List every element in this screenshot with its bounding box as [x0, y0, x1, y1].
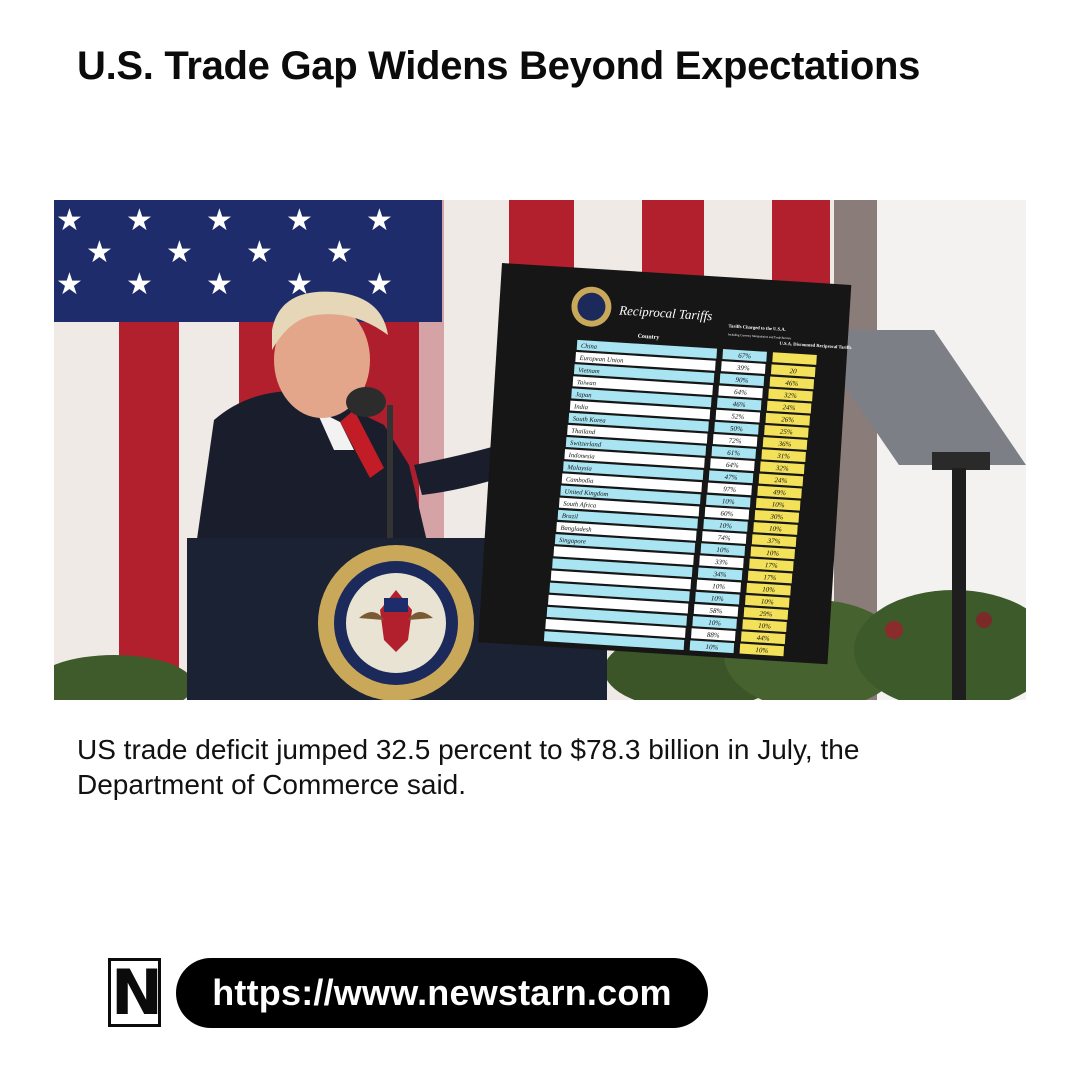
article-caption: US trade deficit jumped 32.5 percent to …: [77, 734, 860, 800]
news-photo: ★ ★ ★ ★ ★ ★ ★ ★ ★ ★ ★ ★ ★ ★ Reciprocal T…: [54, 200, 1026, 700]
svg-text:★: ★: [86, 235, 113, 270]
tariff-board: Reciprocal Tariffs Country Tariffs Charg…: [478, 263, 852, 665]
discounted-value: 26%: [781, 415, 794, 424]
discounted-value: 10%: [772, 500, 785, 509]
charged-value: 50%: [730, 424, 743, 433]
brand-logo: N: [108, 956, 163, 1029]
discounted-value: 24%: [782, 403, 795, 412]
country-label: Taiwan: [577, 379, 597, 387]
country-label: Japan: [575, 391, 592, 399]
charged-value: 58%: [709, 607, 722, 616]
svg-text:★: ★: [126, 267, 153, 302]
svg-text:★: ★: [56, 203, 83, 238]
headline: U.S. Trade Gap Widens Beyond Expectation…: [77, 44, 921, 88]
svg-text:★: ★: [326, 235, 353, 270]
discounted-value: 10%: [762, 585, 775, 594]
charged-value: 46%: [733, 400, 746, 409]
discounted-value: 17%: [763, 573, 776, 582]
svg-text:★: ★: [56, 267, 83, 302]
svg-text:★: ★: [246, 235, 273, 270]
charged-value: 33%: [714, 558, 728, 567]
discounted-value: 25%: [780, 428, 793, 437]
charged-value: 10%: [712, 582, 725, 591]
charged-value: 10%: [719, 522, 732, 531]
svg-text:★: ★: [166, 235, 193, 270]
discounted-value: 10%: [766, 549, 779, 558]
discounted-value: 31%: [776, 452, 790, 461]
svg-text:★: ★: [126, 203, 153, 238]
charged-value: 60%: [720, 509, 733, 518]
country-label: China: [581, 343, 598, 351]
discounted-value: 29%: [759, 610, 772, 619]
discounted-value: 32%: [783, 391, 797, 400]
charged-value: 47%: [724, 473, 737, 482]
discounted-value: 17%: [765, 561, 778, 570]
svg-text:★: ★: [206, 267, 233, 302]
charged-value: 10%: [705, 643, 718, 652]
charged-value: 97%: [723, 485, 736, 494]
charged-value: 52%: [731, 412, 744, 421]
svg-text:★: ★: [286, 203, 313, 238]
charged-value: 39%: [736, 364, 750, 373]
site-url[interactable]: https://www.newstarn.com: [212, 972, 672, 1014]
discounted-value: 24%: [774, 476, 787, 485]
country-label: India: [573, 403, 589, 411]
discounted-value: 44%: [756, 634, 769, 643]
discounted-value: 49%: [773, 488, 786, 497]
discounted-value: 10%: [758, 622, 771, 631]
discounted-value: 46%: [785, 379, 798, 388]
discounted-value: 32%: [775, 464, 789, 473]
charged-value: 10%: [708, 619, 721, 628]
logo-letter: N: [111, 956, 163, 1029]
discounted-value: 10%: [769, 525, 782, 534]
charged-value: 61%: [727, 449, 740, 458]
charged-value: 64%: [734, 388, 747, 397]
charged-value: 67%: [738, 352, 751, 361]
discounted-value: 10%: [761, 598, 774, 607]
charged-value: 34%: [712, 570, 726, 579]
svg-text:★: ★: [206, 203, 233, 238]
svg-text:★: ★: [366, 267, 393, 302]
discounted-value: 36%: [777, 440, 791, 449]
charged-value: 88%: [707, 631, 720, 640]
charged-value: 10%: [711, 594, 724, 603]
site-url-badge[interactable]: https://www.newstarn.com: [176, 958, 708, 1028]
svg-text:★: ★: [366, 203, 393, 238]
country-label: Vietnam: [578, 367, 600, 375]
country-label: Brazil: [562, 513, 579, 521]
flag-canton: ★ ★ ★ ★ ★ ★ ★ ★ ★ ★ ★ ★ ★ ★: [54, 200, 442, 322]
charged-value: 64%: [726, 461, 739, 470]
discounted-value: 10%: [755, 646, 768, 655]
charged-value: 72%: [728, 437, 741, 446]
discounted-value: 30%: [769, 512, 783, 521]
charged-value: 74%: [718, 534, 731, 543]
discounted-value: 20: [789, 367, 797, 375]
charged-value: 10%: [722, 497, 735, 506]
charged-value: 10%: [716, 546, 729, 555]
charged-value: 90%: [735, 376, 748, 385]
discounted-value: 37%: [766, 537, 780, 546]
